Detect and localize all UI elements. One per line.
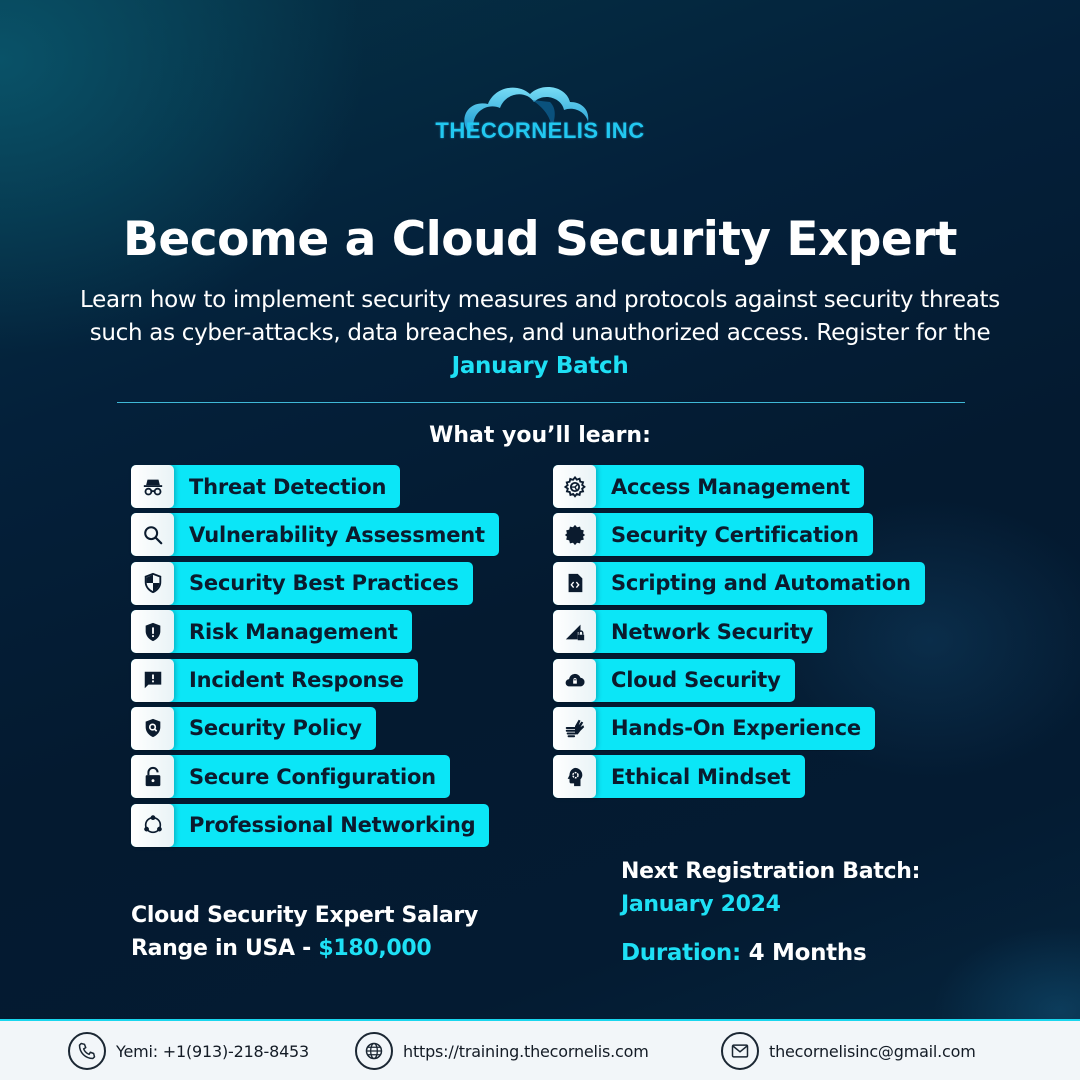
list-item-label: Professional Networking	[189, 813, 476, 838]
globe-icon	[365, 1042, 383, 1060]
brand-name: THECORNELIS INC	[435, 118, 645, 143]
phone-icon	[78, 1042, 96, 1060]
website-link[interactable]: https://training.thecornelis.com	[403, 1042, 649, 1061]
section-divider	[117, 402, 965, 403]
chat-alert-icon	[144, 671, 161, 689]
mail-icon	[731, 1044, 749, 1058]
list-item: Risk Management	[131, 610, 412, 654]
list-item: Security Certification	[553, 513, 873, 557]
shield-half-icon	[144, 573, 161, 594]
page-title: Become a Cloud Security Expert	[123, 212, 957, 267]
signal-lock-icon	[565, 624, 584, 640]
list-item-label: Threat Detection	[189, 474, 387, 499]
shield-exclamation-icon	[145, 622, 160, 641]
learn-list-left: Threat Detection Vulnerability Assessmen…	[131, 465, 499, 852]
hero-subtitle: Learn how to implement security measures…	[70, 284, 1010, 383]
salary-info: Cloud Security Expert Salary Range in US…	[131, 899, 571, 965]
code-file-icon	[568, 574, 582, 593]
subtitle-highlight: January Batch	[451, 353, 629, 379]
contact-phone[interactable]: Yemi: +1(913)-218-8453	[68, 1032, 309, 1070]
email-address[interactable]: thecornelisinc@gmail.com	[769, 1042, 976, 1061]
salary-line2: Range in USA -	[131, 936, 319, 961]
batch-date: January 2024	[621, 892, 781, 917]
list-item-label: Incident Response	[189, 668, 404, 693]
list-item-label: Hands-On Experience	[611, 716, 861, 741]
list-item: Professional Networking	[131, 803, 490, 847]
contact-website[interactable]: https://training.thecornelis.com	[355, 1032, 649, 1070]
list-item: Security Best Practices	[131, 561, 473, 605]
cloud-lock-icon	[565, 673, 585, 687]
list-item: Hands-On Experience	[553, 706, 875, 750]
spy-icon	[143, 479, 162, 495]
footer-contact-bar: Yemi: +1(913)-218-8453 https://training.…	[0, 1019, 1080, 1080]
list-item-label: Security Best Practices	[189, 571, 459, 596]
duration-label: Duration:	[621, 940, 741, 966]
list-item: Secure Configuration	[131, 755, 450, 799]
list-item-label: Scripting and Automation	[611, 571, 911, 596]
shield-search-icon	[145, 719, 160, 738]
list-item: Network Security	[553, 610, 828, 654]
unlock-icon	[145, 766, 160, 787]
list-item: Access Management	[553, 465, 864, 508]
phone-number[interactable]: Yemi: +1(913)-218-8453	[116, 1042, 309, 1061]
list-item: Cloud Security	[553, 658, 795, 702]
list-item-label: Network Security	[611, 619, 814, 644]
duration: Duration: 4 Months	[621, 937, 1021, 970]
list-item: Vulnerability Assessment	[131, 513, 499, 557]
list-item-label: Security Certification	[611, 522, 859, 547]
batch-label: Next Registration Batch:	[621, 859, 921, 884]
list-item: Ethical Mindset	[553, 755, 805, 799]
list-item: Threat Detection	[131, 465, 401, 508]
list-item: Security Policy	[131, 706, 376, 750]
hands-icon	[565, 720, 584, 738]
duration-value: 4 Months	[740, 940, 867, 966]
salary-amount: $180,000	[318, 936, 432, 961]
list-item-label: Risk Management	[189, 619, 398, 644]
contact-email[interactable]: thecornelisinc@gmail.com	[721, 1032, 976, 1070]
learn-list-right: Access Management Security Certification…	[553, 465, 925, 804]
learn-heading: What you’ll learn:	[429, 423, 651, 448]
list-item-label: Ethical Mindset	[611, 764, 791, 789]
subtitle-text: Learn how to implement security measures…	[80, 287, 1000, 346]
list-item: Scripting and Automation	[553, 561, 925, 605]
batch-info: Next Registration Batch: January 2024 Du…	[621, 855, 1021, 970]
head-gear-icon	[567, 767, 582, 787]
salary-line1: Cloud Security Expert Salary	[131, 903, 479, 928]
list-item: Incident Response	[131, 658, 418, 702]
list-item-label: Access Management	[611, 474, 850, 499]
list-item-label: Vulnerability Assessment	[189, 522, 485, 547]
list-item-label: Cloud Security	[611, 668, 781, 693]
gear-icon	[563, 475, 586, 498]
network-cycle-icon	[143, 815, 162, 834]
list-item-label: Secure Configuration	[189, 764, 436, 789]
list-item-label: Security Policy	[189, 716, 362, 741]
badge-icon	[564, 524, 585, 545]
magnifier-icon	[143, 526, 162, 545]
